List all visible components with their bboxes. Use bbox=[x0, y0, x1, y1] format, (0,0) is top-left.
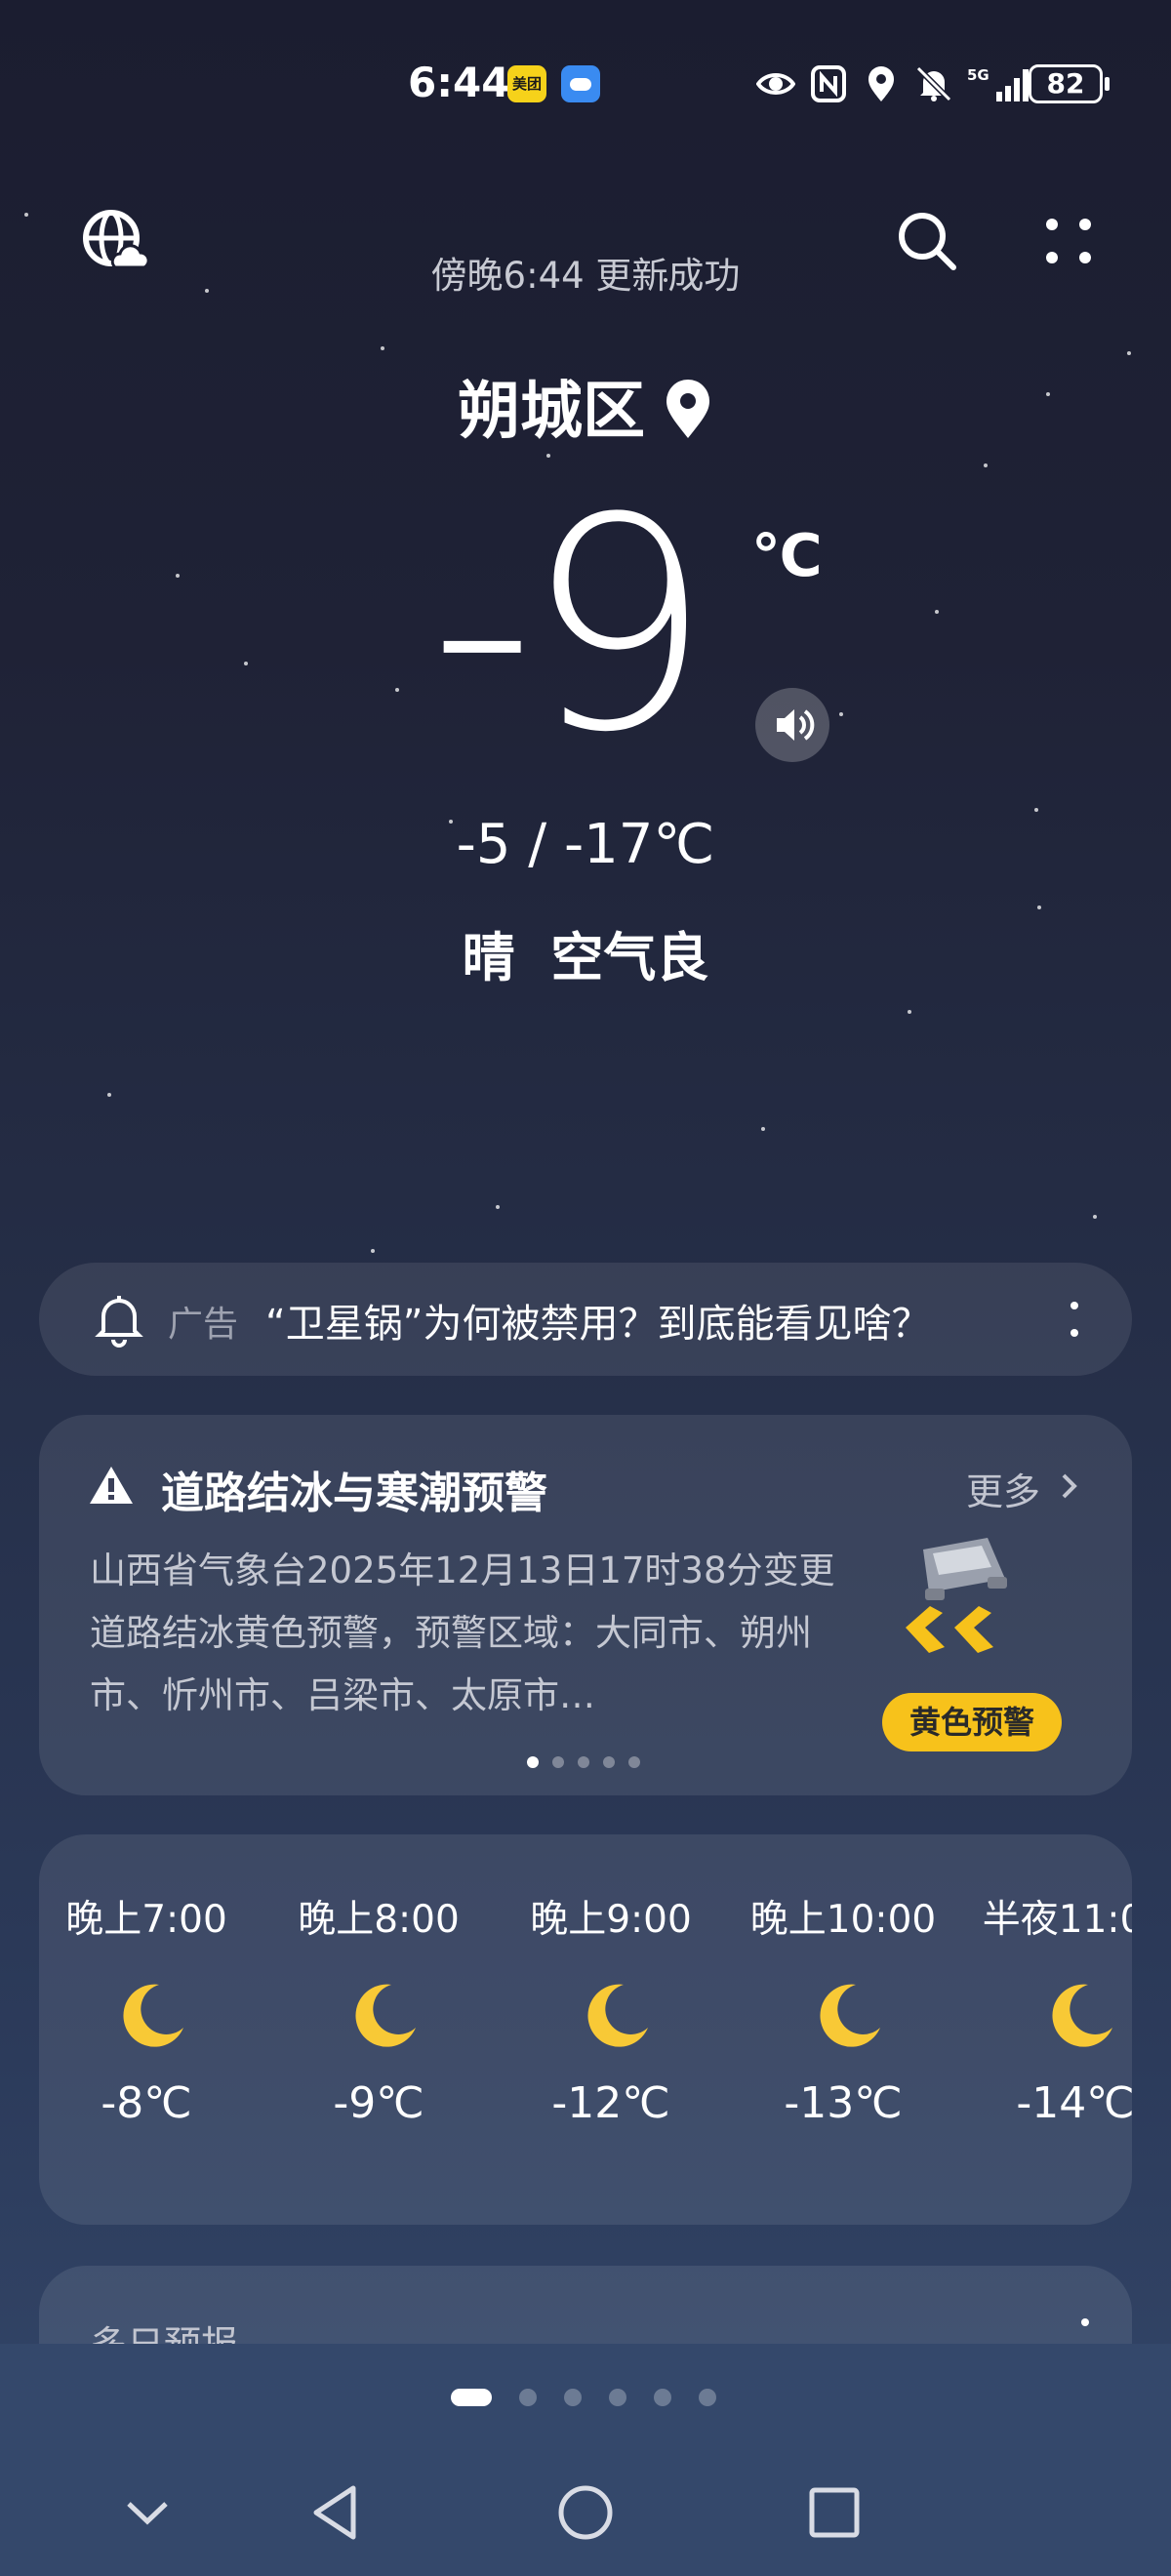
hourly-temp: -9℃ bbox=[333, 2078, 424, 2128]
hourly-item: 晚上8:00 -9℃ bbox=[271, 1834, 486, 2225]
ad-banner[interactable]: 广告 “卫星锅”为何被禁用？到底能看见啥？ bbox=[39, 1263, 1132, 1376]
chevron-down-icon[interactable] bbox=[113, 2478, 182, 2547]
temperature-range: -5 / -17℃ bbox=[456, 813, 715, 876]
page-dot bbox=[564, 2389, 582, 2406]
location-status-icon bbox=[868, 66, 894, 101]
hourly-temp: -13℃ bbox=[784, 2078, 903, 2128]
hourly-item: 晚上7:00 -8℃ bbox=[39, 1834, 254, 2225]
moon-icon bbox=[123, 1984, 183, 2047]
warning-triangle-icon bbox=[90, 1467, 133, 1504]
hourly-time: 晚上8:00 bbox=[298, 1898, 460, 1942]
warning-level-badge: 黄色预警 bbox=[882, 1693, 1062, 1751]
nfc-icon bbox=[811, 65, 846, 102]
status-time: 6:44 bbox=[408, 59, 510, 106]
hourly-time: 晚上10:00 bbox=[749, 1898, 937, 1942]
recents-square-icon[interactable] bbox=[800, 2478, 868, 2547]
location-title[interactable]: 朔城区 bbox=[0, 361, 1171, 451]
status-icons: 5G bbox=[756, 62, 1035, 105]
mute-bell-icon bbox=[915, 65, 952, 102]
system-navigation-bar bbox=[0, 2478, 1171, 2547]
network-label: 5G bbox=[967, 66, 989, 84]
weather-warning-card[interactable]: 道路结冰与寒潮预警 更多 山西省气象台2025年12月13日17时38分变更道路… bbox=[39, 1415, 1132, 1795]
temperature-unit: ℃ bbox=[751, 522, 823, 590]
hourly-temp: -8℃ bbox=[101, 2078, 192, 2128]
moon-icon bbox=[587, 1984, 648, 2047]
voice-broadcast-button[interactable] bbox=[755, 688, 829, 762]
carousel-dot bbox=[552, 1756, 564, 1768]
update-status: 傍晚6:44 更新成功 bbox=[430, 255, 741, 297]
speaker-icon bbox=[777, 709, 815, 741]
eye-icon bbox=[756, 73, 795, 95]
moon-icon bbox=[1052, 1984, 1112, 2047]
page-dot bbox=[451, 2389, 492, 2406]
status-bar: 6:44 美团 5G 82 bbox=[0, 51, 1171, 119]
page-dot bbox=[519, 2389, 537, 2406]
carousel-dot bbox=[578, 1756, 589, 1768]
menu-grid-icon[interactable] bbox=[1034, 207, 1103, 275]
hourly-time: 晚上7:00 bbox=[65, 1898, 227, 1942]
hourly-item: 晚上9:00 -12℃ bbox=[504, 1834, 718, 2225]
moon-icon bbox=[820, 1984, 880, 2047]
hourly-time: 晚上9:00 bbox=[530, 1898, 692, 1942]
warning-title: 道路结冰与寒潮预警 bbox=[161, 1469, 547, 1518]
cloud-notification-icon bbox=[561, 65, 600, 102]
hourly-item: 半夜11:00 -14℃ bbox=[968, 1834, 1132, 2225]
moon-icon bbox=[355, 1984, 416, 2047]
location-name: 朔城区 bbox=[458, 376, 645, 448]
carousel-dot bbox=[628, 1756, 640, 1768]
page-dot bbox=[654, 2389, 671, 2406]
signal-icon: 5G bbox=[967, 66, 1029, 101]
back-triangle-icon[interactable] bbox=[303, 2478, 371, 2547]
search-icon[interactable] bbox=[893, 207, 961, 275]
ad-tag: 广告 bbox=[168, 1305, 239, 1345]
current-temperature: -9 bbox=[429, 456, 711, 796]
page-dot bbox=[609, 2389, 626, 2406]
weather-condition: 晴 空气良 bbox=[462, 927, 709, 988]
bell-icon bbox=[95, 1296, 143, 1348]
carousel-dot bbox=[603, 1756, 615, 1768]
warning-body: 山西省气象台2025年12月13日17时38分变更道路结冰黄色预警，预警区域：大… bbox=[90, 1550, 835, 1716]
location-pin-icon bbox=[666, 380, 709, 438]
hourly-forecast-card[interactable]: 晚上7:00 -8℃ 晚上8:00 -9℃ 晚上9:00 -12℃ 晚上10:0… bbox=[39, 1834, 1132, 2225]
city-page-indicator bbox=[451, 2389, 716, 2406]
chevron-right-icon[interactable] bbox=[1056, 1469, 1081, 1503]
icy-road-car-icon bbox=[906, 1538, 1007, 1653]
hourly-temp: -12℃ bbox=[551, 2078, 670, 2128]
more-vertical-icon[interactable] bbox=[1060, 1292, 1089, 1347]
meituan-notification-icon: 美团 bbox=[507, 65, 546, 102]
hourly-temp: -14℃ bbox=[1016, 2078, 1132, 2128]
hourly-item: 晚上10:00 -13℃ bbox=[736, 1834, 950, 2225]
battery-indicator: 82 bbox=[1029, 64, 1110, 103]
ad-text: “卫星锅”为何被禁用？到底能看见啥？ bbox=[265, 1302, 931, 1347]
carousel-dot bbox=[527, 1756, 539, 1768]
page-dot bbox=[699, 2389, 716, 2406]
hourly-time: 半夜11:00 bbox=[982, 1898, 1132, 1942]
warning-more-link[interactable]: 更多 bbox=[966, 1462, 1040, 1515]
home-circle-icon[interactable] bbox=[551, 2478, 620, 2547]
warning-carousel-dots bbox=[527, 1756, 640, 1768]
